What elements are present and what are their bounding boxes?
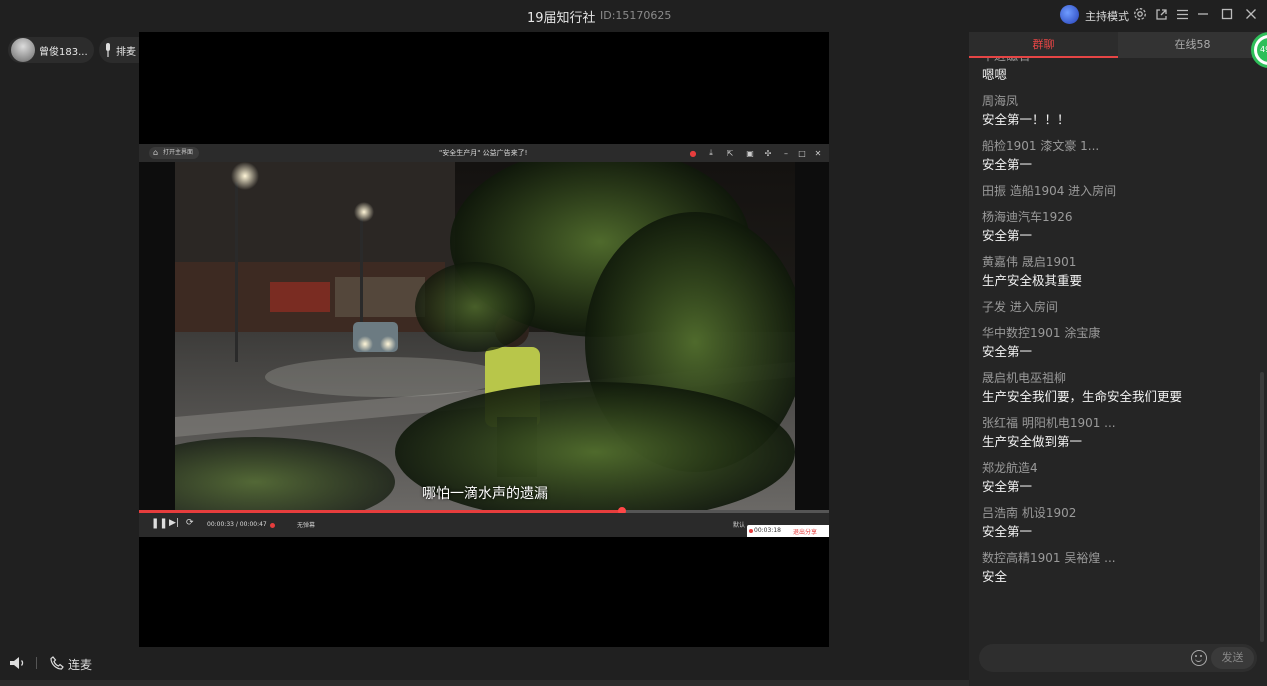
mic-queue-label: 排麦	[116, 47, 136, 58]
chat-message: 数控高精1901 吴裕煌 ... 安全	[982, 550, 1252, 586]
pause-icon[interactable]: ❚❚	[151, 518, 168, 529]
chat-message: 晟启机电巫祖柳生产安全我们要，生命安全我们更要	[982, 370, 1252, 406]
player-controls: ❚❚ ▶| ⟳ 00:00:33 / 00:00:47 无弹幕 默认 00:03…	[139, 513, 829, 537]
chat-message: 黄嘉伟 晟启1901 生产安全极其重要	[982, 254, 1252, 290]
next-icon[interactable]: ▶|	[169, 518, 179, 528]
message-sender: 吕浩南 机设1902	[982, 506, 1077, 520]
time-display: 00:00:33 / 00:00:47	[207, 521, 267, 528]
chat-input[interactable]	[989, 648, 1189, 668]
annotation-button[interactable]: 无弹幕	[297, 520, 315, 529]
system-message-text: 田振 造船1904 进入房间	[982, 184, 1117, 198]
phone-icon[interactable]	[50, 656, 64, 670]
player-maximize-icon[interactable]: □	[796, 147, 808, 159]
message-text: 安全第一	[982, 228, 1033, 243]
recording-dot-icon	[270, 523, 275, 528]
message-sender: 黄嘉伟 晟启1901	[982, 255, 1077, 269]
player-minimize-icon[interactable]: –	[780, 147, 792, 159]
pin-icon[interactable]: ✣	[762, 147, 774, 159]
message-sender: 杨海迪汽车1926	[982, 210, 1073, 224]
chat-tabs: 群聊 在线58	[969, 32, 1267, 58]
message-text: 嗯嗯	[982, 67, 1008, 82]
picture-in-picture-icon[interactable]: ▣	[744, 147, 756, 159]
mic-queue-button[interactable]: 排麦	[99, 37, 139, 63]
message-sender: 船检1901 漆文豪 1...	[982, 139, 1100, 153]
chat-message: 郑龙航造4 安全第一	[982, 460, 1252, 496]
chat-message: 杨海迪汽车1926 安全第一	[982, 209, 1252, 245]
message-sender: 华中数控1901 涂宝康	[982, 326, 1101, 340]
chat-panel: 群聊 在线58 49 平进磁石嗯嗯周海凤安全第一！！！船检1901 漆文豪 1.…	[969, 32, 1267, 686]
message-sender: 郑龙航造4	[982, 461, 1038, 475]
divider	[36, 657, 37, 669]
video-subtitle: 哪怕一滴水声的遗漏	[422, 486, 548, 502]
close-icon[interactable]	[1242, 5, 1260, 23]
title-bar: 19届知行社 ID:15170625 主持模式	[0, 0, 1267, 32]
stage: 打开主界面 "安全生产月" 公益广告来了! ● ⤓ ⇱ ▣ ✣ – □ ✕	[139, 32, 829, 647]
video-title: "安全生产月" 公益广告来了!	[439, 149, 528, 157]
message-sender: 晟启机电巫祖柳	[982, 371, 1067, 385]
message-text: 安全第一	[982, 524, 1033, 539]
maximize-icon[interactable]	[1218, 5, 1236, 23]
share-recording-dot-icon	[749, 529, 753, 533]
host-mode-label[interactable]: 主持模式	[1085, 8, 1129, 24]
settings-icon[interactable]	[1131, 5, 1149, 23]
video-scene	[175, 162, 795, 512]
chat-message: 周海凤安全第一！！！	[982, 93, 1252, 129]
scrollbar[interactable]	[1260, 372, 1264, 642]
screen-share-bar: 00:03:18 退出分享	[747, 525, 829, 537]
shared-video-player: 打开主界面 "安全生产月" 公益广告来了! ● ⤓ ⇱ ▣ ✣ – □ ✕	[139, 144, 829, 537]
open-home-button[interactable]: 打开主界面	[149, 147, 200, 159]
chat-message: 华中数控1901 涂宝康 安全第一	[982, 325, 1252, 361]
message-sender: 张红福 明阳机电1901 ...	[982, 416, 1116, 430]
avatar	[11, 38, 35, 62]
chat-message: 张红福 明阳机电1901 ... 生产安全做到第一	[982, 415, 1252, 451]
message-sender: 周海凤	[982, 94, 1019, 108]
message-list[interactable]: 平进磁石嗯嗯周海凤安全第一！！！船检1901 漆文豪 1...安全第一田振 造船…	[969, 58, 1259, 640]
app-window: 19届知行社 ID:15170625 主持模式 曾俊183... 排麦 ⌂ 打开…	[0, 0, 1267, 686]
chat-message: 平进磁石嗯嗯	[982, 58, 1252, 84]
tab-online-users[interactable]: 在线58	[1118, 32, 1267, 58]
message-text: 安全第一	[982, 344, 1033, 359]
system-message-text: 子发 进入房间	[982, 300, 1058, 314]
record-icon[interactable]: ●	[687, 147, 699, 159]
popout-icon[interactable]	[1152, 5, 1170, 23]
message-sender: 平进磁石	[982, 58, 1252, 65]
chat-input-bar: 发送	[979, 644, 1257, 672]
message-text: 生产安全做到第一	[982, 434, 1083, 449]
host-tag[interactable]: 曾俊183...	[8, 37, 94, 63]
share-timer: 00:03:18	[754, 527, 781, 534]
message-sender: 数控高精1901 吴裕煌 ...	[982, 551, 1116, 565]
chat-message: 吕浩南 机设1902 安全第一	[982, 505, 1252, 541]
room-title: 19届知行社	[527, 11, 596, 26]
player-toolbar: 打开主界面 "安全生产月" 公益广告来了! ● ⤓ ⇱ ▣ ✣ – □ ✕	[139, 144, 829, 162]
loop-icon[interactable]: ⟳	[186, 518, 194, 528]
system-message: 田振 造船1904 进入房间	[982, 183, 1252, 200]
tab-group-chat[interactable]: 群聊	[969, 32, 1118, 58]
emoji-icon[interactable]	[1191, 650, 1207, 666]
microphone-icon	[106, 43, 110, 57]
menu-icon[interactable]	[1173, 5, 1191, 23]
message-text: 安全第一！！！	[982, 112, 1070, 127]
download-icon[interactable]: ⤓	[705, 147, 717, 159]
quality-button[interactable]: 默认	[733, 520, 745, 529]
system-message: 子发 进入房间	[982, 299, 1252, 316]
message-text: 安全	[982, 569, 1008, 584]
speaker-icon[interactable]	[9, 656, 27, 670]
host-mode-logo-icon	[1060, 5, 1079, 24]
message-text: 安全第一	[982, 157, 1033, 172]
message-text: 生产安全我们要，生命安全我们更要	[982, 389, 1183, 404]
host-name: 曾俊183...	[39, 47, 88, 58]
external-link-icon[interactable]: ⇱	[724, 147, 736, 159]
message-text: 生产安全极其重要	[982, 273, 1083, 288]
exit-share-button[interactable]: 退出分享	[793, 527, 817, 536]
chat-message: 船检1901 漆文豪 1... 安全第一	[982, 138, 1252, 174]
room-id: ID:15170625	[600, 9, 672, 22]
player-close-icon[interactable]: ✕	[812, 147, 824, 159]
minimize-icon[interactable]	[1194, 5, 1212, 23]
send-button[interactable]: 发送	[1211, 647, 1254, 669]
message-text: 安全第一	[982, 479, 1033, 494]
video-frame[interactable]: 哪怕一滴水声的遗漏	[175, 162, 795, 512]
connect-mic-button[interactable]: 连麦	[68, 656, 92, 673]
